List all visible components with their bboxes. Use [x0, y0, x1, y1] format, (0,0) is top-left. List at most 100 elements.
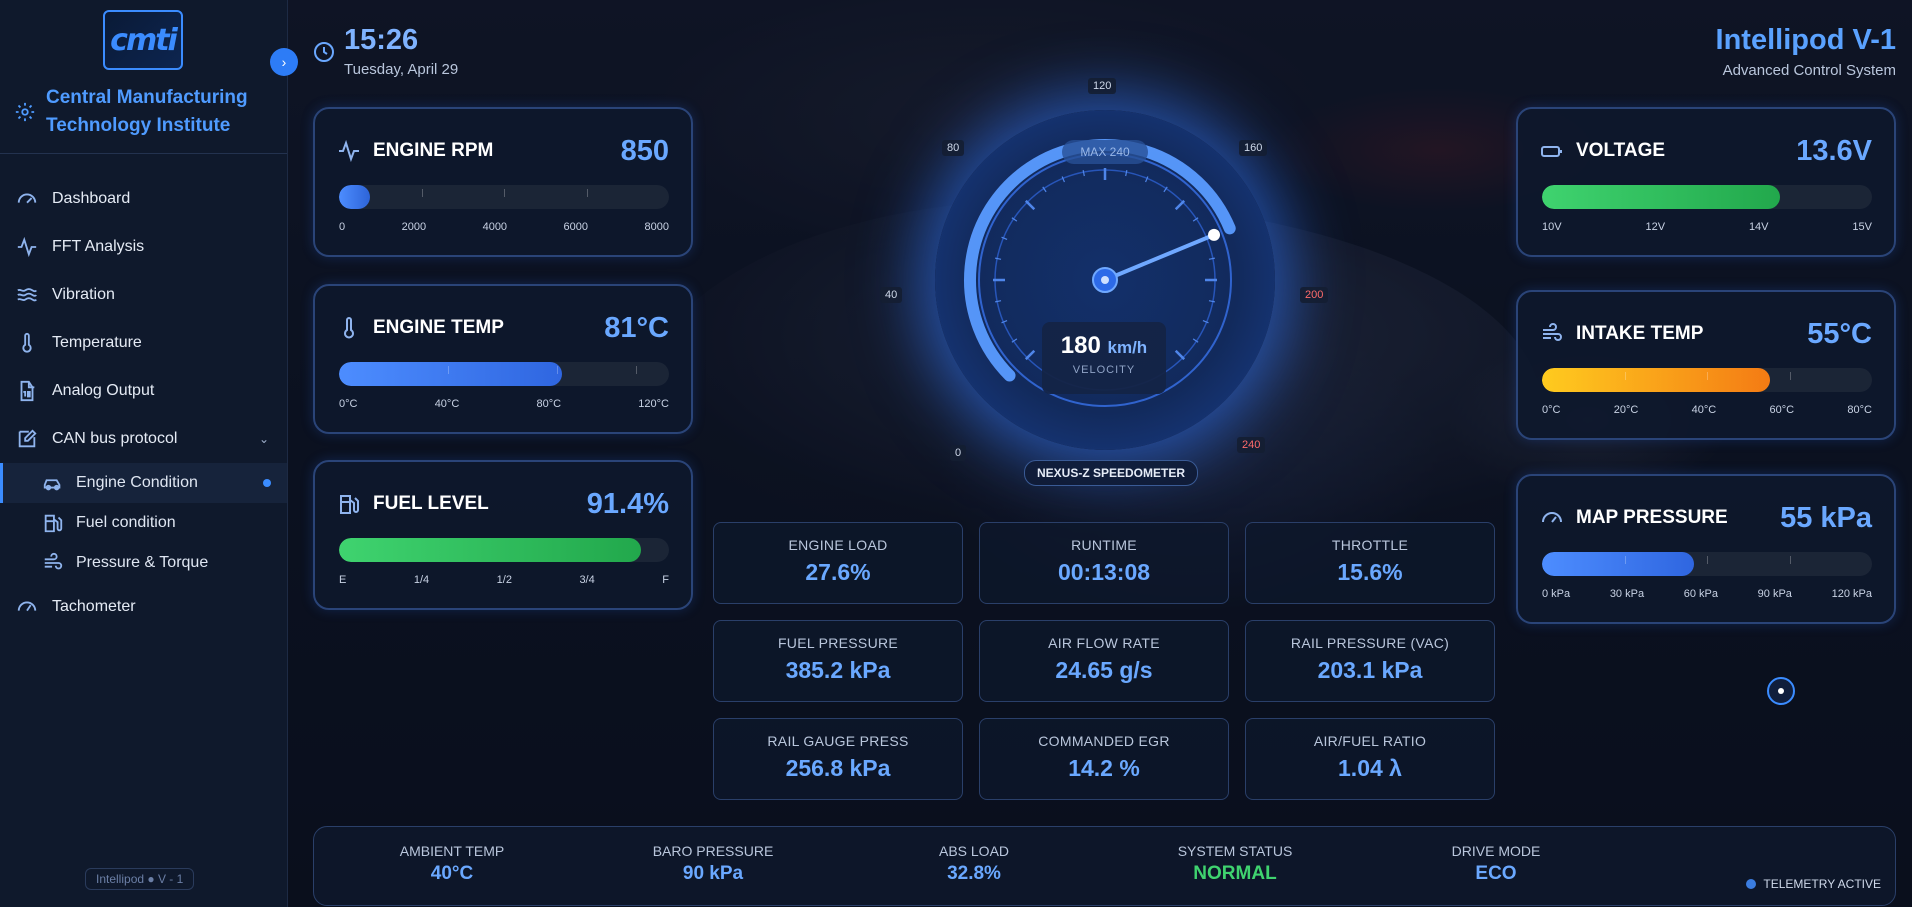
- org-header: Central Manufacturing Technology Institu…: [14, 84, 276, 140]
- card-value: 13.6V: [1796, 135, 1872, 167]
- current-time: 15:26: [344, 24, 419, 56]
- sidebar-item-fft-analysis[interactable]: FFT Analysis: [0, 223, 287, 271]
- sidebar-item-label: Vibration: [52, 286, 115, 303]
- gauge-tick: [1208, 300, 1215, 303]
- progress-bar-fill: [339, 185, 371, 209]
- sidebar-item-label: Analog Output: [52, 382, 155, 399]
- activity-icon: [339, 139, 359, 163]
- sidebar-item-can-bus[interactable]: CAN bus protocol ⌄: [0, 415, 287, 463]
- app-title: Intellipod V-1: [1715, 24, 1896, 56]
- sidebar-nav: Dashboard FFT Analysis Vibration Tempera…: [0, 175, 287, 631]
- active-indicator-dot: [263, 479, 271, 487]
- wind-icon: [1543, 323, 1562, 341]
- sidebar-divider: [0, 153, 287, 154]
- car-icon: [43, 479, 61, 491]
- clock-icon: [314, 42, 334, 62]
- waves-icon: [17, 288, 37, 302]
- map-pressure-card: MAP PRESSURE 55 kPa 0 kPa 30 kPa 60 kPa 90 …: [1516, 474, 1896, 624]
- speed-tick-label: 200: [1300, 287, 1329, 303]
- sidebar-item-dashboard[interactable]: Dashboard: [0, 175, 287, 223]
- sidebar-item-temperature[interactable]: Temperature: [0, 319, 287, 367]
- chevron-down-icon[interactable]: ⌄: [259, 432, 269, 446]
- card-label: VOLTAGE: [1576, 140, 1666, 161]
- map-pressure-scale: 0 kPa 30 kPa 60 kPa 90 kPa 120 kPa: [1542, 588, 1872, 600]
- card-label: MAP PRESSURE: [1576, 507, 1728, 528]
- card-value: 55 kPa: [1780, 502, 1872, 534]
- speed-tick-label: 240: [1237, 437, 1266, 453]
- speed-tick-label: 40: [880, 287, 903, 303]
- speed-caption: VELOCITY: [1072, 364, 1136, 376]
- sidebar-subitem-engine-condition[interactable]: Engine Condition: [0, 463, 287, 503]
- sidebar-item-analog-output[interactable]: Analog Output: [0, 367, 287, 415]
- gauge-tick: [1174, 349, 1186, 361]
- bottom-stat-abs-load: ABS LOAD 32.8%: [938, 843, 1010, 884]
- speed-tick-label: 80: [942, 140, 965, 156]
- sidebar: cmti Central Manufacturing Technology In…: [0, 0, 288, 907]
- stat-rail-pressure-vac: RAIL PRESSURE (VAC) 203.1 kPa: [1245, 620, 1495, 702]
- wind-icon: [44, 552, 63, 570]
- voltage-card: VOLTAGE 13.6V 10V 12V 14V 15V: [1516, 107, 1896, 257]
- card-value: 81°C: [604, 312, 669, 344]
- activity-icon: [17, 236, 37, 258]
- sidebar-item-label: Tachometer: [52, 598, 136, 615]
- fuel-pump-icon: [44, 514, 63, 533]
- sidebar-subitem-label: Engine Condition: [76, 474, 198, 491]
- app-subtitle: Advanced Control System: [1722, 62, 1896, 79]
- intake-temp-card: INTAKE TEMP 55°C 0°C 20°C 40°C 60°C 80°C: [1516, 290, 1896, 440]
- progress-bar-fill: [1542, 552, 1694, 576]
- intake-temp-progress-bar: [1542, 368, 1872, 392]
- card-value: 91.4%: [586, 488, 669, 520]
- sidebar-subitem-fuel-condition[interactable]: Fuel condition: [0, 503, 287, 543]
- telemetry-indicator: TELEMETRY ACTIVE: [1746, 877, 1881, 891]
- stat-engine-load: ENGINE LOAD 27.6%: [713, 522, 963, 604]
- progress-bar-fill: [339, 362, 562, 386]
- max-speed-pill: MAX 240: [1062, 140, 1148, 164]
- fuel-progress-bar: [339, 538, 669, 562]
- sidebar-subitem-label: Pressure & Torque: [76, 554, 209, 571]
- cmti-logo: cmti: [103, 10, 183, 70]
- fuel-pump-icon: [340, 495, 359, 514]
- card-value: 55°C: [1807, 318, 1872, 350]
- speed-readout: 180 km/h VELOCITY: [1042, 322, 1166, 394]
- gear-icon[interactable]: [14, 101, 36, 123]
- gauge-icon: [1542, 512, 1562, 523]
- card-label: INTAKE TEMP: [1576, 323, 1704, 344]
- speedometer-name: NEXUS-Z SPEEDOMETER: [1024, 460, 1199, 486]
- sidebar-subitem-pressure-torque[interactable]: Pressure & Torque: [0, 543, 287, 583]
- speed-needle: [1103, 232, 1217, 282]
- voltage-progress-bar: [1542, 185, 1872, 209]
- gauge-tick: [1024, 199, 1036, 211]
- stat-runtime: RUNTIME 00:13:08: [979, 522, 1229, 604]
- rpm-progress-bar: [339, 185, 669, 209]
- sidebar-item-vibration[interactable]: Vibration: [0, 271, 287, 319]
- card-label: ENGINE RPM: [373, 140, 494, 161]
- sidebar-collapse-button[interactable]: ›: [270, 48, 298, 76]
- bottom-stat-system-status: SYSTEM STATUS NORMAL: [1177, 843, 1293, 884]
- version-badge: Intellipod ● V - 1: [85, 868, 195, 890]
- org-name: Central Manufacturing Technology Institu…: [46, 87, 248, 136]
- temp-progress-bar: [339, 362, 669, 386]
- sidebar-item-label: CAN bus protocol: [52, 430, 178, 447]
- stat-fuel-pressure: FUEL PRESSURE 385.2 kPa: [713, 620, 963, 702]
- speed-tick-label: 120: [1088, 78, 1117, 94]
- battery-icon: [1541, 146, 1562, 157]
- bottom-stat-drive-mode: DRIVE MODE ECO: [1451, 843, 1541, 884]
- location-target-button[interactable]: [1767, 677, 1795, 705]
- engine-temp-card: ENGINE TEMP 81°C 0°C 40°C 80°C 120°C: [313, 284, 693, 434]
- rpm-scale: 0 2000 4000 6000 8000: [339, 221, 669, 233]
- telemetry-status-dot: [1746, 879, 1757, 889]
- gauge-tick: [1125, 170, 1128, 177]
- sidebar-item-tachometer[interactable]: Tachometer: [0, 583, 287, 631]
- gauge-tick: [995, 300, 1002, 303]
- card-label: FUEL LEVEL: [373, 493, 489, 514]
- map-pressure-progress-bar: [1542, 552, 1872, 576]
- sidebar-subitem-label: Fuel condition: [76, 514, 176, 531]
- fuel-level-card: FUEL LEVEL 91.4% E 1/4 1/2 3/4 F: [313, 460, 693, 610]
- stat-commanded-egr: COMMANDED EGR 14.2 %: [979, 718, 1229, 800]
- sidebar-item-label: FFT Analysis: [52, 238, 145, 255]
- file-binary-icon: [20, 380, 35, 402]
- gauge-tick: [1174, 199, 1186, 211]
- bottom-stat-ambient-temp: AMBIENT TEMP 40°C: [399, 843, 505, 884]
- needle-tip: [1208, 228, 1221, 241]
- speed-tick-label: 160: [1239, 140, 1268, 156]
